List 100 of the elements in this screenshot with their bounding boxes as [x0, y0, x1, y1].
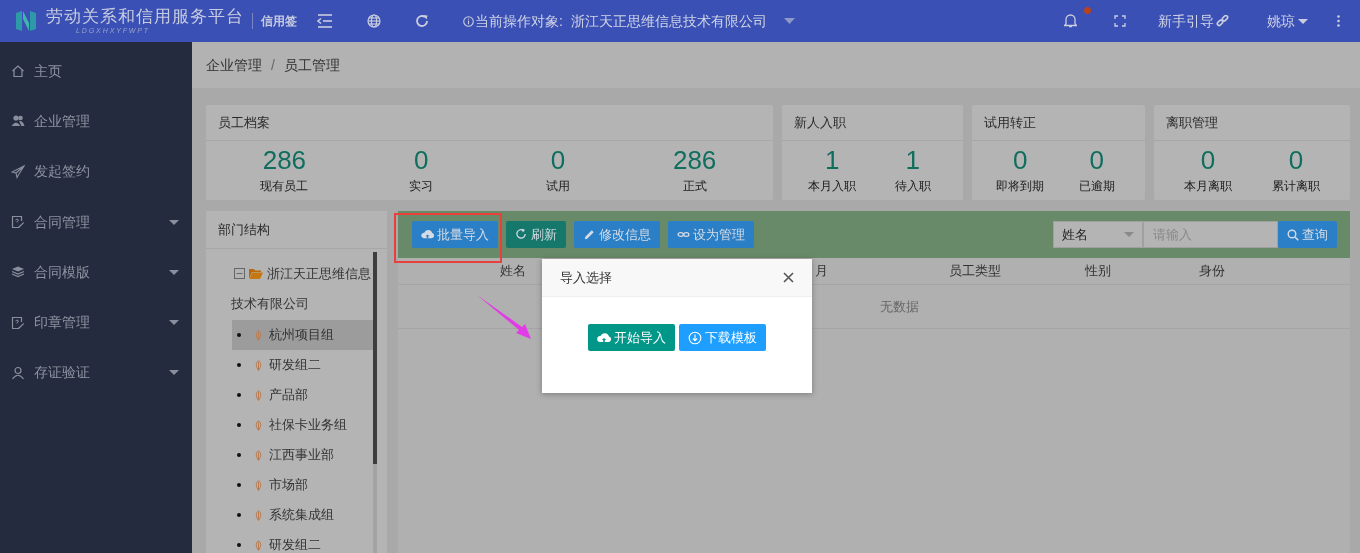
chain-link-icon	[1216, 14, 1229, 28]
stat-label: 已逾期	[1078, 178, 1115, 195]
sidebar-item[interactable]: 发起签约	[0, 146, 192, 197]
stat-card-title: 新人入职	[794, 113, 846, 132]
column-header[interactable]: 员工类型	[881, 261, 1069, 281]
stat-value: 0	[1013, 145, 1028, 175]
leaf-icon	[254, 419, 263, 431]
tree-item[interactable]: 研发组二	[232, 350, 373, 380]
column-header[interactable]: 性别	[1069, 261, 1127, 281]
sidebar-item-label[interactable]: 企业管理	[34, 110, 90, 132]
sidebar-item-label[interactable]: 合同管理	[34, 211, 90, 233]
tree-item-label[interactable]: 研发组二	[269, 355, 321, 375]
sidebar-item-label[interactable]: 存证验证	[34, 362, 90, 384]
tree-item-label[interactable]: 系统集成组	[269, 505, 334, 525]
stat-card-title: 试用转正	[984, 113, 1036, 132]
stat-value: 0	[1089, 145, 1104, 175]
search-type-value[interactable]: 姓名	[1062, 224, 1088, 245]
guide-link[interactable]: 新手引导	[1158, 10, 1229, 32]
sidebar-item[interactable]: 印章管理	[0, 297, 192, 348]
tree-root-label[interactable]: 浙江天正思维信息技术有限公司	[231, 259, 371, 319]
caret-down-icon	[1298, 18, 1308, 24]
person-icon	[11, 365, 25, 380]
sidebar-item[interactable]: 存证验证	[0, 347, 192, 399]
sidebar-item[interactable]: 企业管理	[0, 96, 192, 147]
users-icon	[11, 114, 25, 129]
search-button[interactable]: 查询	[1278, 221, 1337, 248]
download-icon	[688, 330, 702, 345]
cloud-upload-icon	[597, 330, 611, 345]
stat-label: 实习	[409, 178, 434, 195]
toolbar-button[interactable]: 刷新	[506, 221, 566, 248]
guide-link-text[interactable]: 新手引导	[1158, 10, 1214, 32]
tree-item-label[interactable]: 研发组二	[269, 535, 321, 553]
tree-item-label[interactable]: 社保卡业务组	[269, 415, 347, 435]
leaf-icon	[254, 359, 263, 371]
tree-item-label[interactable]: 产品部	[269, 385, 308, 405]
sidebar-item[interactable]: 合同模版	[0, 247, 192, 298]
tree-item[interactable]: 研发组二	[232, 530, 373, 553]
globe-icon[interactable]	[367, 14, 381, 28]
tree-item-label[interactable]: 杭州项目组	[269, 325, 334, 345]
search-icon	[1287, 228, 1299, 241]
refresh-icon[interactable]	[415, 14, 429, 28]
toolbar-button[interactable]: 批量导入	[412, 221, 498, 248]
tree-item[interactable]: 江西事业部	[232, 440, 373, 470]
tree-item-label[interactable]: 江西事业部	[269, 445, 334, 465]
sidebar-item[interactable]: 主页	[0, 46, 192, 97]
tree-item[interactable]: 社保卡业务组	[232, 410, 373, 440]
stat-value: 286	[262, 145, 307, 175]
target-company: 浙江天正思维信息技术有限公司	[570, 11, 767, 31]
target-label: 当前操作对象:	[475, 11, 563, 31]
stat-label: 本月离职	[1184, 178, 1232, 195]
tree-item-label[interactable]: 市场部	[269, 475, 308, 495]
sidebar-item-label[interactable]: 主页	[34, 60, 62, 82]
menu-collapse-icon[interactable]	[317, 14, 333, 28]
stat-label: 本月入职	[808, 178, 857, 195]
search-type-select[interactable]: 姓名	[1053, 221, 1143, 248]
stat-value: 286	[672, 145, 717, 175]
caret-down-icon	[169, 320, 179, 326]
refresh-icon	[515, 228, 528, 241]
fullscreen-icon[interactable]	[1114, 15, 1126, 27]
tree-item[interactable]: 市场部	[232, 470, 373, 500]
more-icon[interactable]	[1337, 15, 1340, 27]
leaf-icon	[254, 539, 263, 551]
app-title: 劳动关系和信用服务平台	[46, 8, 244, 25]
cloud-upload-icon	[421, 228, 434, 241]
stat-label: 现有员工	[260, 178, 309, 195]
stat-value: 1	[905, 145, 920, 175]
sidebar-item[interactable]: 合同管理	[0, 196, 192, 248]
close-icon[interactable]	[783, 272, 794, 283]
stat-card-title: 员工档案	[218, 113, 270, 132]
column-header[interactable]: 身份	[1127, 261, 1297, 281]
stat-value: 0	[1200, 145, 1216, 175]
dialog-button[interactable]: 开始导入	[588, 324, 675, 351]
leaf-icon	[254, 389, 263, 401]
dialog-title: 导入选择	[560, 268, 612, 287]
tree-item[interactable]: 系统集成组	[232, 500, 373, 530]
stat-value: 0	[550, 145, 566, 175]
bell-icon[interactable]	[1064, 13, 1077, 28]
stat-value: 1	[825, 145, 840, 175]
leaf-icon	[254, 449, 263, 461]
pencil-icon	[583, 228, 596, 241]
scrollbar-thumb[interactable]	[373, 252, 377, 464]
collapse-icon[interactable]	[234, 268, 245, 279]
sidebar-item-label[interactable]: 印章管理	[34, 312, 90, 334]
stat-card-title: 离职管理	[1166, 113, 1218, 132]
user-name[interactable]: 姚琼	[1267, 10, 1295, 32]
dialog-button[interactable]: 下载模板	[679, 324, 766, 351]
tree-item[interactable]: 杭州项目组	[232, 320, 373, 350]
caret-down-icon	[169, 219, 179, 225]
sidebar-item-label[interactable]: 发起签约	[34, 161, 90, 183]
leaf-icon	[254, 479, 263, 491]
toolbar-button[interactable]: 设为管理	[668, 221, 754, 248]
tree-item[interactable]: 产品部	[232, 380, 373, 410]
user-menu[interactable]: 姚琼	[1267, 10, 1308, 32]
caret-down-icon	[169, 370, 179, 376]
breadcrumb-item[interactable]: 企业管理	[206, 54, 262, 76]
toolbar-button[interactable]: 修改信息	[574, 221, 660, 248]
caret-down-icon[interactable]	[783, 18, 795, 24]
leaf-icon	[254, 329, 263, 341]
breadcrumb-separator: /	[271, 55, 275, 75]
sidebar-item-label[interactable]: 合同模版	[34, 261, 90, 283]
